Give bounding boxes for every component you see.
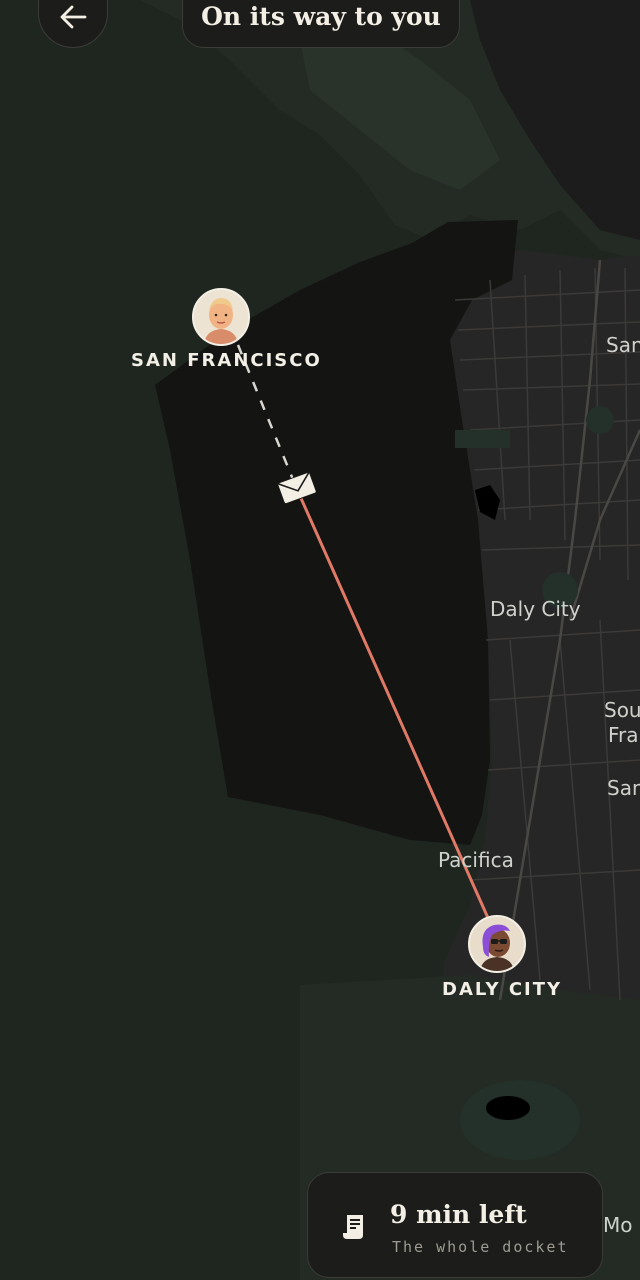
time-left-text: 9 min left (390, 1200, 527, 1229)
map-label-south-sf-1: Sou (604, 698, 640, 722)
receipt-icon (343, 1215, 363, 1239)
title-pill: On its way to you (182, 0, 460, 48)
map-label-san: San (606, 333, 640, 357)
map-label-south-sf-2: Fra (608, 723, 639, 747)
map-canvas[interactable] (0, 0, 640, 1280)
destination-label: DALY CITY (442, 979, 563, 1000)
arrow-left-icon (60, 5, 87, 29)
map-label-san-2: San (607, 776, 640, 800)
page-title: On its way to you (201, 2, 441, 31)
lake (486, 1096, 530, 1120)
map-label-mo: Mo (603, 1213, 633, 1237)
status-subtitle: The whole docket (392, 1238, 569, 1256)
status-card[interactable]: 9 min left The whole docket (307, 1172, 603, 1278)
map-label-pacifica: Pacifica (438, 848, 514, 872)
sender-avatar-icon[interactable] (192, 288, 250, 346)
recipient-avatar-icon[interactable] (468, 915, 526, 973)
map-label-daly-city: Daly City (490, 597, 581, 621)
origin-label: SAN FRANCISCO (131, 350, 322, 371)
